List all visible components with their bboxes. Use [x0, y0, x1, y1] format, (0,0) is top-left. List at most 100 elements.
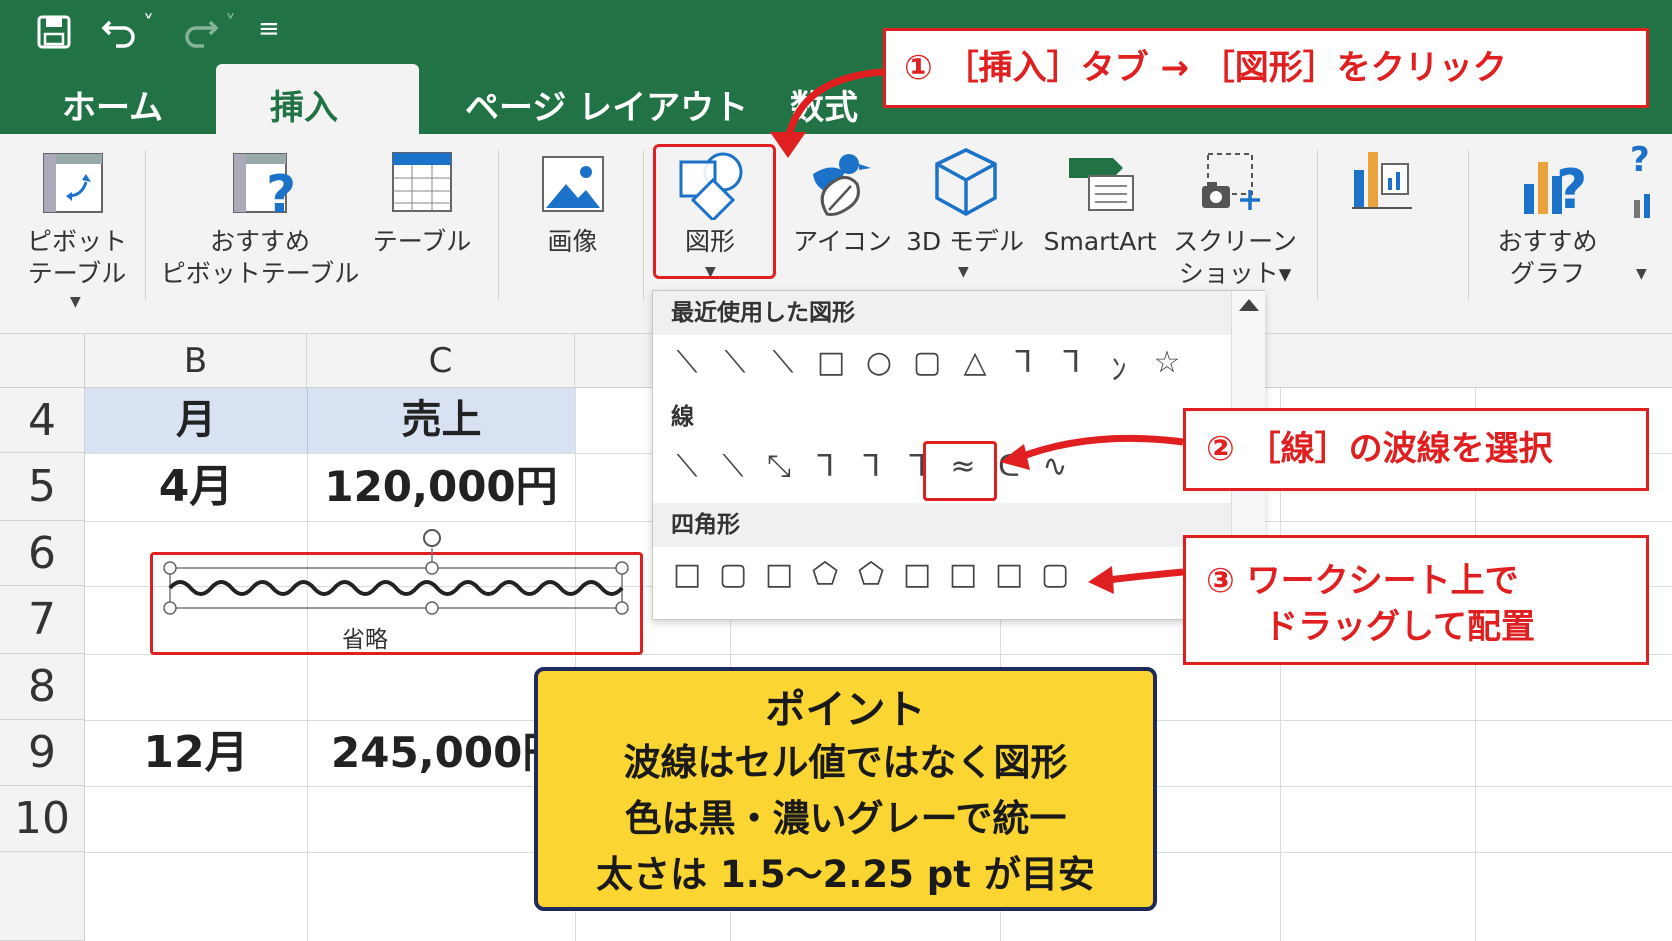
row-header-6[interactable]: 6	[0, 521, 85, 586]
recent-shape-icon-8[interactable]: ᒣ	[1003, 345, 1043, 380]
picture-label[interactable]: 画像	[520, 226, 625, 257]
recommended-charts-label-1[interactable]: おすすめ	[1490, 226, 1605, 257]
recommended-charts-icon[interactable]: ?	[1520, 150, 1590, 222]
recommended-pivot-label-1[interactable]: おすすめ	[170, 226, 350, 257]
rectangle-shape-icon-9[interactable]: ▢	[1035, 557, 1075, 592]
recent-shapes-row: ⟍ ⟍ ⟍ □ ○ ▢ △ ᒣ ᒣ ﾝ ☆	[659, 335, 1229, 395]
redo-dropdown[interactable]: ˅	[225, 12, 236, 37]
wavy-line-caption: 省略	[342, 627, 388, 653]
undo-dropdown[interactable]: ˅	[143, 12, 154, 37]
help-icon[interactable]: ?	[1630, 140, 1650, 180]
rectangle-shape-icon-6[interactable]: □	[897, 557, 937, 592]
line-shape-icon-2[interactable]: ⟍	[713, 449, 753, 484]
recommended-charts-label-2[interactable]: グラフ	[1490, 258, 1605, 289]
recent-shape-icon-4[interactable]: □	[811, 345, 851, 380]
3d-models-icon[interactable]	[933, 146, 999, 222]
pivot-table-label-2[interactable]: テーブル	[22, 258, 132, 289]
line-shape-icon-3[interactable]: ⤡	[759, 449, 799, 484]
rectangle-shape-icon-5[interactable]: ⬠	[851, 557, 891, 592]
tab-insert[interactable]: 挿入	[270, 80, 338, 129]
select-all-corner[interactable]	[0, 334, 85, 388]
row-header-4[interactable]: 4	[0, 388, 85, 453]
line-shape-icon-9[interactable]: ∿	[1035, 449, 1075, 484]
pivot-table-label-1[interactable]: ピボット	[22, 226, 132, 257]
recent-shape-icon-2[interactable]: ⟍	[715, 345, 755, 380]
recent-shape-icon-11[interactable]: ☆	[1147, 345, 1187, 380]
lines-header: 線	[653, 395, 1231, 439]
rectangle-shape-icon-1[interactable]: □	[667, 557, 707, 592]
step3-line2: ドラッグして配置	[1264, 607, 1535, 647]
point-line2: 色は黒・濃いグレーで統一	[624, 797, 1067, 840]
smartart-icon[interactable]	[1065, 154, 1135, 218]
recommended-pivot-icon[interactable]: ?	[232, 152, 302, 225]
wavy-line-shape[interactable]	[162, 528, 632, 638]
cell-c4[interactable]: 売上	[307, 388, 575, 453]
line-shape-icon-1[interactable]: ⟍	[667, 449, 707, 484]
redo-icon[interactable]	[180, 14, 220, 50]
cell-b5[interactable]: 4月	[85, 453, 307, 521]
ribbon-separator	[1317, 150, 1318, 300]
row-header-11[interactable]	[0, 852, 85, 941]
ribbon-separator	[145, 150, 146, 300]
3d-models-label[interactable]: 3D モデル	[900, 226, 1030, 257]
column-header-c[interactable]: C	[307, 334, 575, 388]
row-header-5[interactable]: 5	[0, 453, 85, 521]
3d-models-dropdown-icon[interactable]: ▼	[958, 264, 969, 280]
pivot-table-icon[interactable]	[42, 152, 104, 218]
recent-shape-icon-3[interactable]: ⟍	[763, 345, 803, 380]
svg-text:?: ?	[1556, 158, 1587, 218]
customize-qat-icon[interactable]: ≡	[258, 14, 280, 44]
rectangle-shape-icon-2[interactable]: ▢	[713, 557, 753, 592]
cell-b4[interactable]: 月	[85, 388, 307, 453]
recent-shape-icon-6[interactable]: ▢	[907, 345, 947, 380]
rectangle-shape-icon-7[interactable]: □	[943, 557, 983, 592]
cell-c5[interactable]: 120,000円	[307, 453, 575, 521]
line-shape-icon-5[interactable]: ᒣ	[851, 449, 891, 484]
screenshot-icon[interactable]	[1198, 152, 1268, 220]
icons-label[interactable]: アイコン	[780, 226, 905, 257]
column-header-b[interactable]: B	[85, 334, 307, 388]
save-icon[interactable]	[36, 14, 72, 50]
undo-icon[interactable]	[100, 14, 140, 50]
recent-shape-icon-5[interactable]: ○	[859, 345, 899, 380]
table-label[interactable]: テーブル	[362, 226, 482, 257]
ribbon-separator	[643, 150, 644, 300]
shapes-dropdown-menu: 最近使用した図形 ⟍ ⟍ ⟍ □ ○ ▢ △ ᒣ ᒣ ﾝ ☆ 線 ⟍ ⟍ ⤡ ᒣ ᒣ ᒣ ≈ ᑕ ∿ 四角形 □ ▢ □…	[652, 290, 1265, 620]
chart-group-icon[interactable]	[1350, 148, 1414, 216]
recommended-pivot-label-2[interactable]: ピボットテーブル	[160, 258, 360, 289]
smartart-label[interactable]: SmartArt	[1040, 226, 1160, 257]
step1-callout: ① ［挿入］タブ → ［図形］をクリック	[883, 28, 1649, 108]
recent-shape-icon-1[interactable]: ⟍	[667, 345, 707, 380]
point-title: ポイント	[765, 687, 926, 733]
row-header-10[interactable]: 10	[0, 786, 85, 852]
row-header-9[interactable]: 9	[0, 720, 85, 786]
cell-b9[interactable]: 12月	[85, 720, 307, 786]
step3-line1: ③ ワークシート上で	[1206, 561, 1519, 601]
tab-home[interactable]: ホーム	[62, 80, 163, 129]
rectangle-shape-icon-3[interactable]: □	[759, 557, 799, 592]
svg-text:?: ?	[266, 165, 296, 218]
rectangle-shape-icon-4[interactable]: ⬠	[805, 557, 845, 592]
picture-icon[interactable]	[542, 156, 604, 216]
tab-formulas[interactable]: 数式	[790, 80, 858, 129]
recent-shape-icon-7[interactable]: △	[955, 345, 995, 380]
tab-page-layout[interactable]: ページ レイアウト	[465, 80, 748, 129]
shapes-highlight-box	[653, 144, 776, 279]
screenshot-label-2[interactable]: ショット▾	[1170, 258, 1300, 289]
line-shape-icon-4[interactable]: ᒣ	[805, 449, 845, 484]
point-line3: 太さは 1.5〜2.25 pt が目安	[596, 853, 1095, 896]
scroll-up-icon[interactable]	[1238, 299, 1259, 311]
pivot-table-dropdown-icon[interactable]: ▼	[70, 294, 81, 310]
charts-dropdown-icon[interactable]: ▼	[1636, 266, 1647, 282]
recent-shape-icon-9[interactable]: ᒣ	[1051, 345, 1091, 380]
chart-mini-icon[interactable]	[1630, 190, 1660, 224]
step2-callout: ② ［線］の波線を選択	[1183, 408, 1649, 491]
icons-icon[interactable]	[805, 148, 875, 222]
table-icon[interactable]	[392, 152, 452, 216]
row-header-7[interactable]: 7	[0, 586, 85, 654]
screenshot-label-1[interactable]: スクリーン	[1170, 226, 1300, 257]
recent-shape-icon-10[interactable]: ﾝ	[1099, 345, 1139, 389]
rectangle-shape-icon-8[interactable]: □	[989, 557, 1029, 592]
ribbon-separator	[1468, 150, 1469, 300]
row-header-8[interactable]: 8	[0, 654, 85, 720]
